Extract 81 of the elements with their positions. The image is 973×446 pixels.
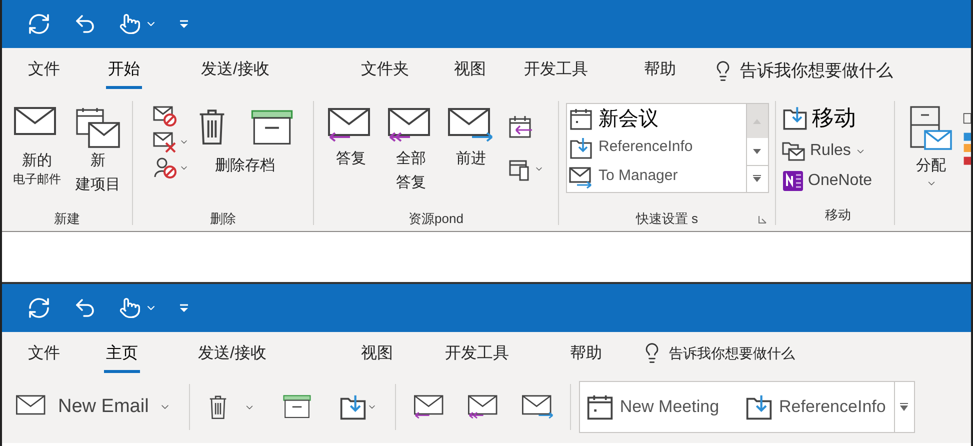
more-icon[interactable] — [753, 175, 761, 182]
ribbon-tab[interactable]: 开发工具 — [522, 60, 590, 89]
ribbon-tab[interactable]: 帮助 — [568, 344, 604, 373]
assign-button[interactable]: 分配 — [909, 105, 953, 188]
archive-box-icon — [282, 395, 311, 419]
tell-me-search[interactable]: 告诉我你想要做什么 — [669, 342, 795, 364]
trash-icon — [197, 107, 227, 146]
ribbon-tab[interactable]: 发送/接收 — [196, 344, 268, 373]
calendar-icon — [586, 393, 614, 421]
group-label: 删除 — [210, 211, 236, 227]
move-button[interactable]: 移动 — [782, 105, 856, 131]
quick-step-item[interactable]: To Manager — [568, 162, 746, 191]
envelope-blocked-icon — [153, 105, 177, 127]
person-blocked-icon — [153, 157, 177, 179]
trash-icon — [208, 394, 228, 420]
sync-icon[interactable] — [27, 12, 51, 36]
folder-arrow-icon — [745, 393, 774, 421]
folder-arrow-icon — [782, 105, 808, 131]
forward-envelope-icon — [448, 107, 494, 143]
quick-step-item[interactable]: ReferenceInfo — [568, 133, 746, 162]
ribbon-tab[interactable]: 帮助 — [642, 60, 678, 89]
reply-envelope-icon — [414, 394, 446, 420]
gallery-scrollbar[interactable] — [746, 104, 768, 192]
ribbon-tab[interactable]: 文件 — [26, 60, 62, 89]
quick-step-item[interactable]: 新会议 — [568, 104, 746, 133]
folder-arrow-icon — [338, 393, 367, 421]
new-items-button[interactable]: 新 建项目 — [75, 107, 121, 211]
folder-arrow-icon — [568, 136, 592, 160]
ribbon-tab[interactable]: 视图 — [359, 344, 395, 373]
folder-envelope-icon — [782, 140, 806, 162]
forward-button[interactable]: 前进 — [448, 107, 494, 211]
calendar-reply-icon[interactable] — [508, 115, 534, 139]
calendar-icon — [568, 106, 592, 130]
scroll-down-icon[interactable] — [753, 148, 761, 154]
envelope-x-icon — [153, 131, 177, 153]
customize-toolbar-icon[interactable] — [179, 304, 189, 312]
delete-button[interactable] — [208, 394, 228, 420]
junk-button[interactable] — [153, 157, 189, 179]
group-label: 快速设置 s — [636, 211, 698, 227]
reply-all-button[interactable] — [468, 394, 500, 420]
archive-box-icon — [251, 110, 293, 146]
new-email-button[interactable]: 新的 电子邮件 — [13, 107, 61, 211]
quick-step-item[interactable]: ReferenceInfo — [745, 393, 886, 421]
group-label: 移动 — [825, 207, 851, 222]
archive-button[interactable] — [251, 110, 293, 146]
ribbon-tab[interactable]: 开发工具 — [443, 344, 511, 373]
calendar-envelope-icon — [75, 107, 121, 151]
reply-button[interactable]: 答复 — [328, 107, 374, 211]
tell-me-search[interactable]: 告诉我你想要做什么 — [740, 58, 893, 84]
ribbon-tab[interactable]: 发送/接收 — [199, 60, 272, 89]
undo-icon[interactable] — [73, 12, 97, 36]
reply-all-button[interactable]: 全部 答复 — [388, 107, 434, 211]
forward-envelope-icon — [522, 394, 554, 420]
ribbon-tab[interactable]: 文件夹 — [359, 60, 411, 89]
ribbon-tab[interactable]: 开始 — [106, 60, 142, 89]
forward-button[interactable] — [522, 394, 554, 420]
undo-icon[interactable] — [73, 296, 97, 320]
ribbon-tab[interactable]: 文件 — [26, 344, 62, 373]
rules-button[interactable]: Rules — [782, 139, 866, 163]
archive-button[interactable] — [282, 395, 311, 419]
move-button[interactable] — [338, 393, 377, 421]
reply-button[interactable] — [414, 394, 446, 420]
cabinet-envelope-icon — [909, 105, 953, 151]
new-email-button[interactable]: New Email — [16, 392, 171, 422]
delete-button[interactable] — [197, 107, 227, 146]
reply-all-envelope-icon — [468, 394, 500, 420]
touch-mode-icon[interactable] — [119, 297, 141, 319]
ribbon-tab[interactable]: 视图 — [452, 60, 488, 89]
envelope-arrow-icon — [568, 164, 592, 188]
onenote-logo-icon — [782, 170, 804, 192]
delete-archive-label: 删除存档 — [215, 156, 275, 176]
touch-mode-icon[interactable] — [119, 13, 141, 35]
quick-step-item[interactable]: New Meeting — [586, 393, 720, 421]
group-label: 资源pond — [408, 211, 464, 227]
sync-icon[interactable] — [27, 296, 51, 320]
clean-up-button[interactable] — [153, 131, 189, 153]
onenote-button[interactable]: OneNote — [782, 169, 872, 193]
customize-toolbar-icon[interactable] — [179, 20, 189, 28]
more-icon — [900, 403, 908, 411]
dialog-launcher-icon[interactable] — [758, 214, 767, 224]
group-label: 新建 — [54, 211, 80, 227]
